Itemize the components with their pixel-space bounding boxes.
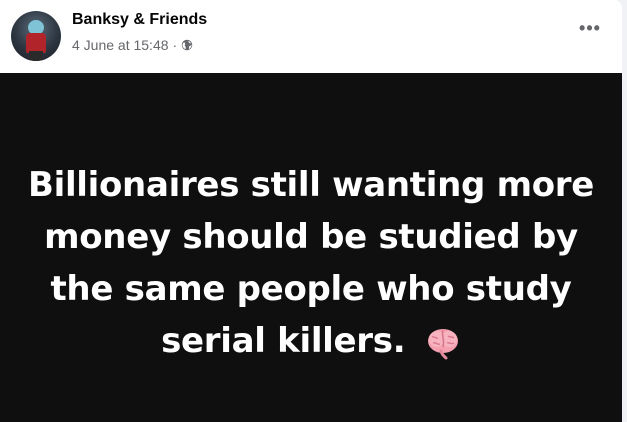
page-name-link[interactable]: Banksy & Friends bbox=[72, 11, 207, 29]
post-card: Banksy & Friends 4 June at 15:48 · ••• B… bbox=[0, 0, 622, 422]
more-options-icon: ••• bbox=[579, 17, 601, 38]
avatar-figure-legs bbox=[29, 51, 43, 61]
page-avatar[interactable] bbox=[11, 11, 61, 61]
post-header: Banksy & Friends 4 June at 15:48 · ••• bbox=[0, 0, 622, 73]
post-timestamp[interactable]: 4 June at 15:48 bbox=[72, 37, 169, 53]
more-options-button[interactable]: ••• bbox=[576, 14, 604, 42]
post-image[interactable]: Billionaires still wanting more money sh… bbox=[0, 73, 622, 422]
avatar-figure-body bbox=[26, 33, 46, 53]
post-quote-text: Billionaires still wanting more money sh… bbox=[27, 165, 595, 361]
brain-icon bbox=[427, 328, 458, 359]
post-image-text: Billionaires still wanting more money sh… bbox=[0, 159, 622, 367]
meta-separator: · bbox=[172, 37, 178, 53]
post-meta: 4 June at 15:48 · bbox=[72, 37, 193, 53]
globe-icon[interactable] bbox=[181, 39, 193, 51]
